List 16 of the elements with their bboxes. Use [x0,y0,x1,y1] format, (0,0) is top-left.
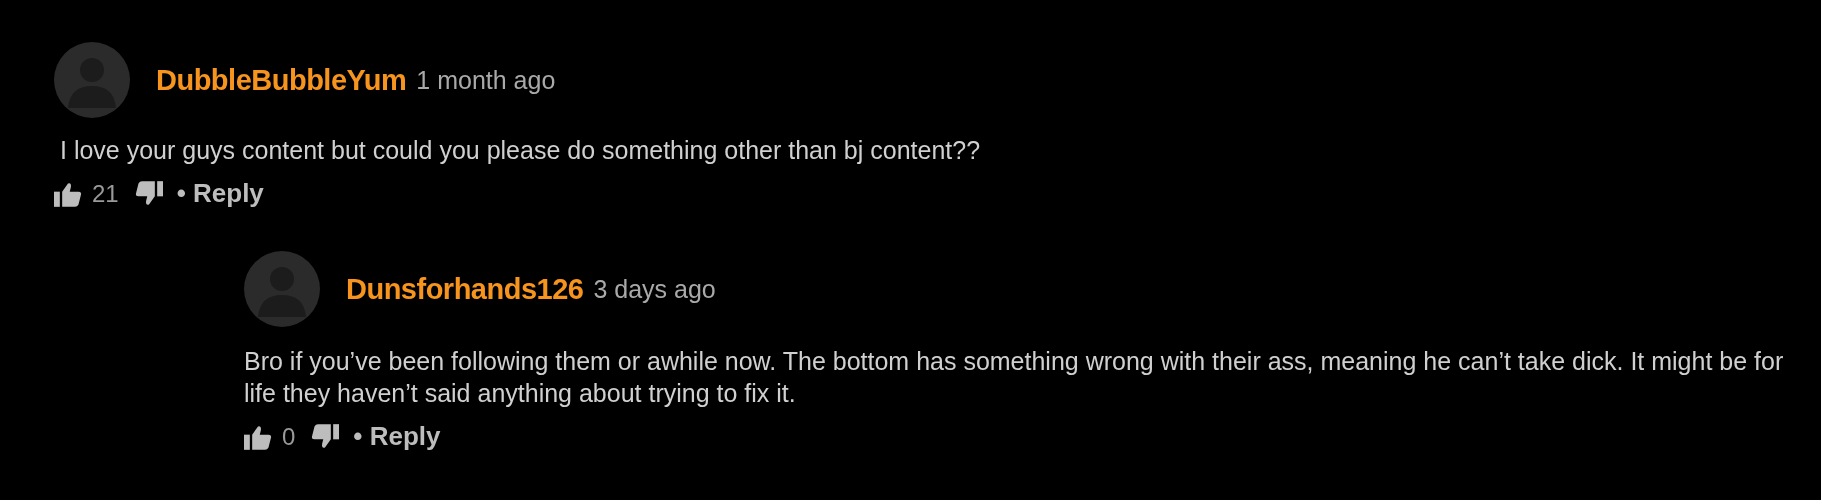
reply-link[interactable]: • Reply [176,178,264,209]
timestamp: 1 month ago [416,65,556,95]
thumbs-down-icon[interactable] [311,423,340,450]
like-count: 21 [92,179,119,208]
like-count: 0 [282,422,296,451]
timestamp: 3 days ago [593,274,716,304]
avatar-icon [244,251,320,327]
reply-link[interactable]: • Reply [353,421,441,452]
thumbs-up-icon[interactable] [244,423,272,450]
thumbs-down-icon[interactable] [134,180,163,207]
avatar-icon [54,42,130,118]
comment-text: Bro if you’ve been following them or awhile now. The bottom has something wrong with their ass, meaning he can’t take dick. It might be for life they haven’t said anything about trying to fix it. [244,346,1784,409]
comment-text: I love your guys content but could you please do something other than bj content?? [60,135,982,166]
thumbs-up-icon[interactable] [54,180,82,207]
username[interactable]: DubbleBubbleYum [156,63,407,97]
username[interactable]: Dunsforhands126 [346,272,584,306]
